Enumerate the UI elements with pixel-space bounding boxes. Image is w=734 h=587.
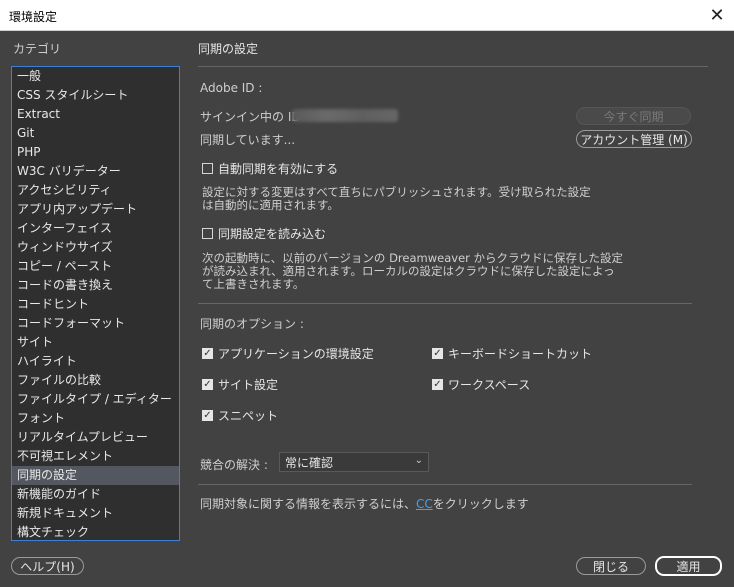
shortcuts-label: キーボードショートカット bbox=[448, 347, 593, 361]
category-item[interactable]: W3C バリデーター bbox=[12, 162, 179, 181]
category-item[interactable]: 新機能のガイド bbox=[12, 485, 179, 504]
snippets-checkbox-row[interactable]: ✓ スニペット bbox=[202, 407, 278, 424]
app-prefs-checkbox[interactable]: ✓ bbox=[202, 348, 213, 359]
auto-sync-description-line2: は自動的に適用されます。 bbox=[202, 198, 339, 212]
category-item[interactable]: 不可視エレメント bbox=[12, 447, 179, 466]
sync-now-button[interactable]: 今すぐ同期 bbox=[576, 107, 691, 125]
info-text-after: をクリックします bbox=[432, 497, 529, 511]
workspace-checkbox[interactable]: ✓ bbox=[432, 379, 443, 390]
category-item[interactable]: サイト bbox=[12, 333, 179, 352]
category-item[interactable]: 同期の設定 bbox=[12, 466, 179, 485]
category-item[interactable]: Git bbox=[12, 124, 179, 143]
category-item[interactable]: フォント bbox=[12, 409, 179, 428]
options-divider bbox=[198, 303, 692, 304]
category-item[interactable]: 新規ドキュメント bbox=[12, 504, 179, 523]
workspace-label: ワークスペース bbox=[448, 378, 531, 392]
title-divider bbox=[198, 66, 708, 67]
close-icon[interactable]: ✕ bbox=[700, 0, 734, 30]
info-text-before: 同期対象に関する情報を表示するには、 bbox=[200, 497, 417, 511]
category-item[interactable]: コードフォーマット bbox=[12, 314, 179, 333]
category-item[interactable]: インターフェイス bbox=[12, 219, 179, 238]
help-button[interactable]: ヘルプ(H) bbox=[11, 557, 84, 575]
app-prefs-label: アプリケーションの環境設定 bbox=[218, 347, 374, 361]
chevron-down-icon: ⌄ bbox=[414, 455, 423, 466]
cc-link[interactable]: CC bbox=[416, 497, 433, 511]
snippets-checkbox[interactable]: ✓ bbox=[202, 410, 213, 421]
signed-in-label: サインイン中の ID bbox=[200, 110, 301, 124]
category-item[interactable]: ハイライト bbox=[12, 352, 179, 371]
shortcuts-checkbox[interactable]: ✓ bbox=[432, 348, 443, 359]
auto-sync-label: 自動同期を有効にする bbox=[218, 162, 339, 176]
conflict-label: 競合の解決 : bbox=[200, 458, 268, 472]
auto-sync-checkbox[interactable] bbox=[202, 163, 213, 174]
info-text: 同期対象に関する情報を表示するには、CCをクリックします bbox=[200, 495, 529, 512]
category-item[interactable]: 一般 bbox=[12, 67, 179, 86]
auto-sync-checkbox-row[interactable]: 自動同期を有効にする bbox=[202, 160, 338, 177]
shortcuts-checkbox-row[interactable]: ✓ キーボードショートカット bbox=[432, 345, 592, 362]
category-item[interactable]: アプリ内アップデート bbox=[12, 200, 179, 219]
close-button[interactable]: 閉じる bbox=[576, 557, 646, 575]
category-item[interactable]: ファイルの比較 bbox=[12, 371, 179, 390]
page-title: 同期の設定 bbox=[198, 42, 259, 56]
category-item[interactable]: コードの書き換え bbox=[12, 276, 179, 295]
manage-account-button[interactable]: アカウント管理 (M) bbox=[576, 130, 692, 148]
title-bar: 環境設定 ✕ bbox=[0, 0, 734, 31]
workspace-checkbox-row[interactable]: ✓ ワークスペース bbox=[432, 376, 530, 393]
category-item[interactable]: ファイルタイプ / エディター bbox=[12, 390, 179, 409]
apply-button[interactable]: 適用 bbox=[655, 556, 722, 576]
site-settings-checkbox-row[interactable]: ✓ サイト設定 bbox=[202, 376, 278, 393]
category-item[interactable]: PHP bbox=[12, 143, 179, 162]
category-item[interactable]: コードヒント bbox=[12, 295, 179, 314]
info-divider bbox=[198, 484, 692, 485]
sync-options-label: 同期のオプション : bbox=[200, 317, 304, 331]
window-title: 環境設定 bbox=[9, 10, 58, 24]
auto-sync-description: 設定に対する変更はすべて直ちにパブリッシュされます。受け取られた設定 は自動的に… bbox=[202, 186, 591, 212]
category-item[interactable]: 構文チェック bbox=[12, 523, 179, 542]
site-settings-checkbox[interactable]: ✓ bbox=[202, 379, 213, 390]
category-item[interactable]: アクセシビリティ bbox=[12, 181, 179, 200]
category-heading: カテゴリ bbox=[13, 42, 62, 56]
conflict-select-value: 常に確認 bbox=[285, 455, 334, 470]
import-sync-checkbox[interactable] bbox=[202, 228, 213, 239]
category-item[interactable]: リアルタイムプレビュー bbox=[12, 428, 179, 447]
category-item[interactable]: CSS スタイルシート bbox=[12, 86, 179, 105]
category-item[interactable]: コピー / ペースト bbox=[12, 257, 179, 276]
category-item[interactable]: Extract bbox=[12, 105, 179, 124]
site-settings-label: サイト設定 bbox=[218, 378, 279, 392]
conflict-select[interactable]: 常に確認 ⌄ bbox=[279, 452, 429, 472]
signed-in-id-redacted bbox=[292, 109, 398, 122]
import-sync-description: 次の起動時に、以前のバージョンの Dreamweaver からクラウドに保存した… bbox=[202, 252, 623, 291]
app-prefs-checkbox-row[interactable]: ✓ アプリケーションの環境設定 bbox=[202, 345, 374, 362]
snippets-label: スニペット bbox=[218, 409, 279, 423]
import-sync-checkbox-row[interactable]: 同期設定を読み込む bbox=[202, 225, 326, 242]
category-list[interactable]: 一般 CSS スタイルシート Extract Git PHP W3C バリデーター アクセシ… bbox=[11, 66, 180, 541]
category-item[interactable]: ウィンドウサイズ bbox=[12, 238, 179, 257]
adobe-id-label: Adobe ID : bbox=[200, 81, 263, 95]
import-sync-label: 同期設定を読み込む bbox=[218, 227, 327, 241]
sync-status: 同期しています... bbox=[200, 133, 296, 147]
import-sync-description-line3: て上書きされます。 bbox=[202, 277, 305, 291]
